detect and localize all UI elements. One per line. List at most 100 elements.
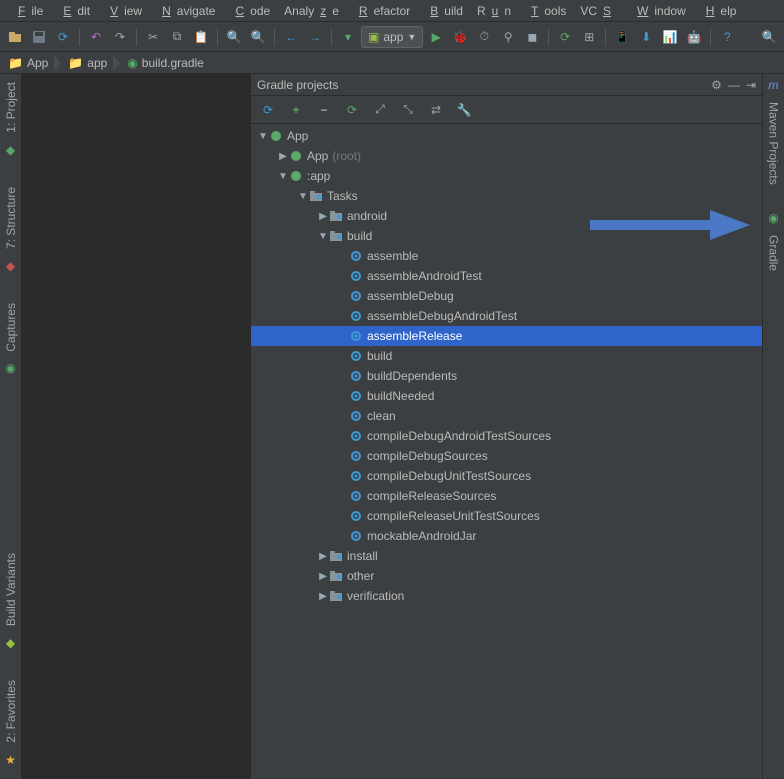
expand-chevron-icon[interactable] [277,151,289,162]
sdk-icon[interactable]: ⬇ [635,26,657,48]
menu-view[interactable]: View [98,2,148,20]
gradle-sync-icon[interactable]: ⟳ [554,26,576,48]
add-icon[interactable]: + [287,101,305,119]
collapse-icon[interactable]: ⤡ [399,101,417,119]
menu-help[interactable]: Help [694,2,743,20]
menu-build[interactable]: Build [418,2,469,20]
forward-icon[interactable]: → [304,26,326,48]
task-buildNeeded[interactable]: buildNeeded [251,386,762,406]
android-device-icon[interactable]: 🤖 [683,26,705,48]
tree-tasks[interactable]: Tasks [251,186,762,206]
undo-icon[interactable]: ↶ [85,26,107,48]
minimize-icon[interactable]: ― [728,78,740,92]
run-config-selector[interactable]: ▣ app ▼ [361,26,423,48]
folder-icon [329,209,343,223]
tree-root-project[interactable]: App(root) [251,146,762,166]
project-structure-icon[interactable]: ⊞ [578,26,600,48]
tree-group-install[interactable]: install [251,546,762,566]
expand-chevron-icon[interactable] [317,231,329,242]
tool-captures[interactable]: Captures [4,299,18,356]
tool-maven[interactable]: Maven Projects [767,98,781,189]
tree-app-module[interactable]: :app [251,166,762,186]
task-compileDebugSources[interactable]: compileDebugSources [251,446,762,466]
tool-gradle[interactable]: Gradle [767,231,781,275]
avd-icon[interactable]: 📱 [611,26,633,48]
cut-icon[interactable]: ✂ [142,26,164,48]
save-icon[interactable] [28,26,50,48]
expand-chevron-icon[interactable] [317,211,329,222]
tree-label: assemble [367,249,418,263]
task-build[interactable]: build [251,346,762,366]
task-compileReleaseUnitTestSources[interactable]: compileReleaseUnitTestSources [251,506,762,526]
monitor-icon[interactable]: 📊 [659,26,681,48]
task-assemble[interactable]: assemble [251,246,762,266]
paste-icon[interactable]: 📋 [190,26,212,48]
run-icon[interactable]: ▶ [425,26,447,48]
sync-icon[interactable]: ⟳ [52,26,74,48]
tool-favorites[interactable]: 2: Favorites [4,676,18,747]
zoom-out-icon[interactable]: 🔍 [247,26,269,48]
menu-analyze[interactable]: Analyze [278,2,345,20]
refresh-icon[interactable]: ⟳ [259,101,277,119]
expand-chevron-icon[interactable] [277,171,289,182]
crumb-file[interactable]: ◉ build.gradle [121,53,210,73]
tool-build-variants[interactable]: Build Variants [4,549,18,630]
toggle-offline-icon[interactable]: ⇄ [427,101,445,119]
back-icon[interactable]: ← [280,26,302,48]
task-mockableAndroidJar[interactable]: mockableAndroidJar [251,526,762,546]
menu-vcs[interactable]: VCS [574,2,623,20]
task-assembleAndroidTest[interactable]: assembleAndroidTest [251,266,762,286]
right-tool-gutter: m Maven Projects ◉ Gradle [762,74,784,779]
crumb-project[interactable]: 📁 App [2,53,54,73]
search-icon[interactable]: 🔍 [758,26,780,48]
expand-chevron-icon[interactable] [297,191,309,202]
maven-icon: m [768,78,779,92]
tool-structure[interactable]: 7: Structure [4,183,18,253]
open-icon[interactable] [4,26,26,48]
crumb-module[interactable]: 📁 app [62,53,113,73]
redo-icon[interactable]: ↷ [109,26,131,48]
attach-icon[interactable]: ⚲ [497,26,519,48]
expand-chevron-icon[interactable] [317,571,329,582]
copy-icon[interactable]: ⧉ [166,26,188,48]
tree-label: compileReleaseUnitTestSources [367,509,540,523]
help-icon[interactable]: ? [716,26,738,48]
profile-icon[interactable]: ⏱ [473,26,495,48]
task-compileDebugAndroidTestSources[interactable]: compileDebugAndroidTestSources [251,426,762,446]
expand-icon[interactable]: ⤢ [371,101,389,119]
task-assembleDebugAndroidTest[interactable]: assembleDebugAndroidTest [251,306,762,326]
tree-group-build[interactable]: build [251,226,762,246]
tree-root[interactable]: App [251,126,762,146]
debug-icon[interactable]: 🐞 [449,26,471,48]
task-compileDebugUnitTestSources[interactable]: compileDebugUnitTestSources [251,466,762,486]
task-assembleRelease[interactable]: assembleRelease [251,326,762,346]
expand-chevron-icon[interactable] [317,551,329,562]
tree-group-verification[interactable]: verification [251,586,762,606]
tree-group-other[interactable]: other [251,566,762,586]
task-compileReleaseSources[interactable]: compileReleaseSources [251,486,762,506]
stop-icon[interactable]: ◼ [521,26,543,48]
expand-chevron-icon[interactable] [317,591,329,602]
menu-file[interactable]: File [6,2,49,20]
menu-refactor[interactable]: Refactor [347,2,416,20]
menu-edit[interactable]: Edit [51,2,96,20]
menu-window[interactable]: Window [625,2,692,20]
task-assembleDebug[interactable]: assembleDebug [251,286,762,306]
tree-group-android[interactable]: android [251,206,762,226]
wrench-icon[interactable]: 🔧 [455,101,473,119]
hide-icon[interactable]: ⇥ [746,78,756,92]
make-icon[interactable]: ▾ [337,26,359,48]
task-clean[interactable]: clean [251,406,762,426]
menu-navigate[interactable]: Navigate [150,2,221,20]
settings-icon[interactable]: ⚙ [711,78,722,92]
gradle-tree[interactable]: AppApp(root):appTasksandroidbuildassembl… [251,124,762,779]
menu-run[interactable]: Run [471,2,517,20]
zoom-in-icon[interactable]: 🔍 [223,26,245,48]
menu-tools[interactable]: Tools [519,2,572,20]
execute-icon[interactable]: ⟳ [343,101,361,119]
task-buildDependents[interactable]: buildDependents [251,366,762,386]
menu-code[interactable]: Code [223,2,276,20]
expand-chevron-icon[interactable] [257,131,269,142]
remove-icon[interactable]: − [315,101,333,119]
tool-project[interactable]: 1: Project [4,78,18,137]
